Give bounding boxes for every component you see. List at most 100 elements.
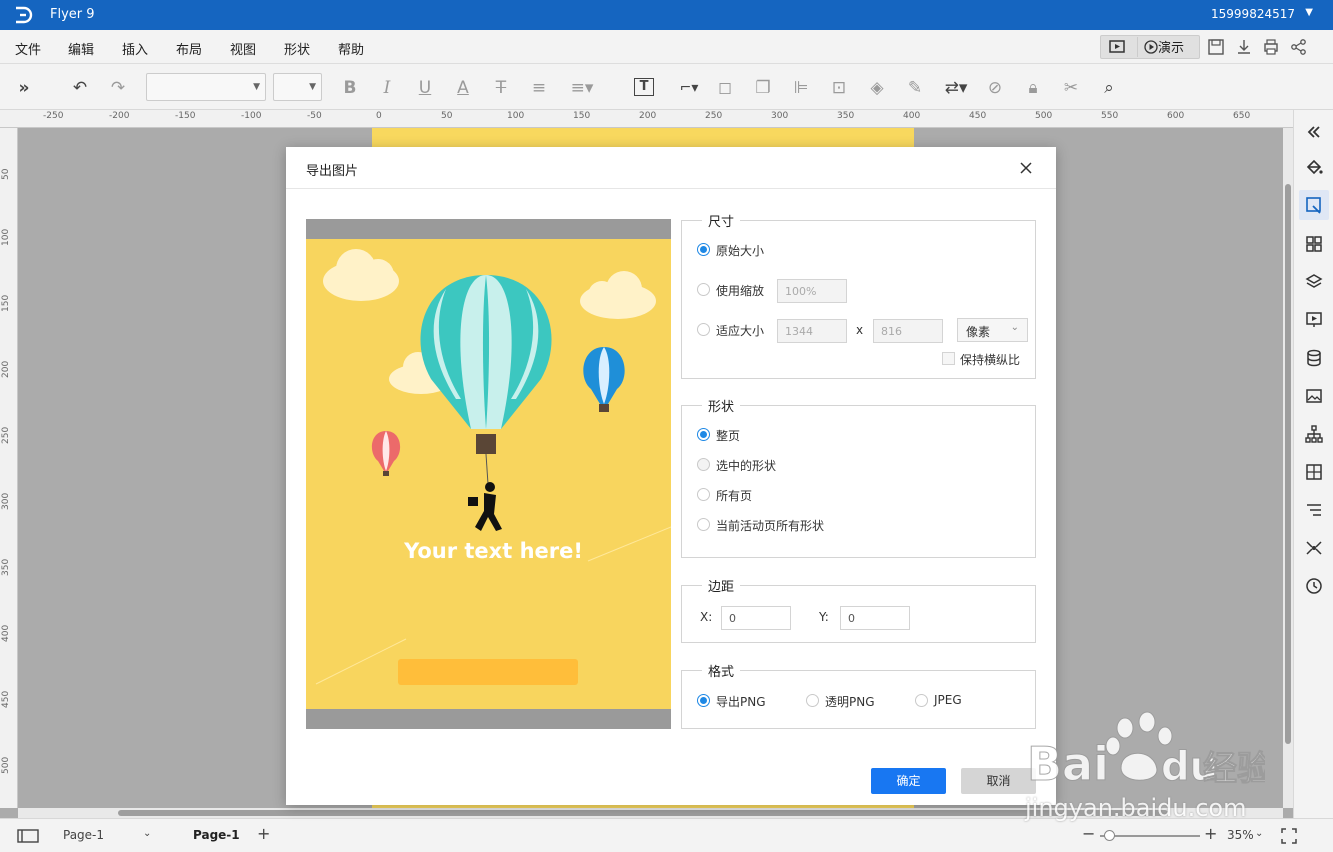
ruler-tick-label: -200 <box>109 111 130 121</box>
radio-transparent-png[interactable] <box>806 694 819 707</box>
underline-icon[interactable]: U <box>415 78 435 98</box>
ruler-tick-label: 350 <box>1 558 11 576</box>
italic-icon[interactable]: I <box>377 78 397 98</box>
scroll-thumb[interactable] <box>1285 184 1291 744</box>
text-box-icon[interactable]: T <box>634 78 654 96</box>
menu-view[interactable]: 视图 <box>230 39 256 58</box>
fullscreen-icon[interactable] <box>1281 828 1297 844</box>
radio-all-pages[interactable] <box>697 488 710 501</box>
vertical-scrollbar[interactable] <box>1283 128 1293 808</box>
tools-icon[interactable]: ✂ <box>1061 78 1081 98</box>
fill-icon[interactable]: ◈ <box>867 78 887 98</box>
download-icon[interactable] <box>1235 38 1253 56</box>
ruler-left: 50 100 150 200 250 300 350 400 450 500 <box>0 128 18 808</box>
ruler-tick-label: 250 <box>1 426 11 444</box>
undo-icon[interactable]: ↶ <box>70 78 90 98</box>
menu-layout[interactable]: 布局 <box>176 39 202 58</box>
bold-icon[interactable]: B <box>340 78 360 98</box>
share-icon[interactable] <box>1290 38 1308 56</box>
zoom-level[interactable]: 35% <box>1227 828 1254 842</box>
align-icon[interactable]: ≡ <box>529 78 549 98</box>
menu-insert[interactable]: 插入 <box>122 39 148 58</box>
zoom-slider[interactable] <box>1100 835 1200 837</box>
width-input[interactable]: 1344 <box>777 319 847 343</box>
lock-icon[interactable]: 🔒︎ <box>1023 78 1043 98</box>
arrange-icon[interactable]: ◻ <box>715 78 735 98</box>
close-icon[interactable] <box>1018 160 1034 176</box>
radio-jpeg[interactable] <box>915 694 928 707</box>
radio-current-page-shapes[interactable] <box>697 518 710 531</box>
font-family-select[interactable]: ▼ <box>146 73 266 101</box>
radio-fit-size[interactable] <box>697 323 710 336</box>
group-icon[interactable]: ❐ <box>753 78 773 98</box>
margin-y-input[interactable]: 0 <box>840 606 910 630</box>
margin-x-input[interactable]: 0 <box>721 606 791 630</box>
chevron-down-icon[interactable]: ⌄ <box>143 828 151 839</box>
present-button[interactable]: 演示 <box>1137 37 1199 57</box>
font-color-icon[interactable]: A <box>453 78 473 98</box>
chevron-down-icon[interactable]: ⌄ <box>1255 828 1263 839</box>
expand-icon[interactable]: » <box>14 78 34 98</box>
print-icon[interactable] <box>1262 38 1280 56</box>
page-tab[interactable]: Page-1 <box>193 828 240 842</box>
align-left-icon[interactable]: ⊫ <box>791 78 811 98</box>
crop-icon[interactable]: ⊘ <box>985 78 1005 98</box>
radio-export-png[interactable] <box>697 694 710 707</box>
unit-select[interactable]: 像素 ⌄ <box>957 318 1028 342</box>
search-icon[interactable]: ⌕ <box>1099 78 1119 98</box>
zoom-slider-handle[interactable] <box>1104 830 1115 841</box>
line-spacing-icon[interactable]: ≡▾ <box>567 78 597 98</box>
export-image-dialog: 导出图片 Your text here! 尺寸 原始大小 使用缩放 100% 适… <box>286 147 1056 805</box>
radio-use-scale[interactable] <box>697 283 710 296</box>
add-page-icon[interactable]: + <box>257 824 270 843</box>
size-icon[interactable]: ⊡ <box>829 78 849 98</box>
ruler-tick-label: 200 <box>639 111 657 121</box>
outline-icon[interactable] <box>1304 500 1324 520</box>
sidebar-format-active[interactable] <box>1299 190 1329 220</box>
history-icon[interactable] <box>1304 576 1324 596</box>
mind-map-icon[interactable] <box>1304 538 1324 558</box>
ruler-tick-label: 300 <box>1 492 11 510</box>
menu-help[interactable]: 帮助 <box>338 39 364 58</box>
radio-whole-page[interactable] <box>697 428 710 441</box>
user-account[interactable]: 15999824517 <box>1211 7 1295 21</box>
chevron-down-icon: ⌄ <box>1010 322 1019 333</box>
line-color-icon[interactable]: ✎ <box>905 78 925 98</box>
database-icon[interactable] <box>1304 348 1324 368</box>
save-icon[interactable] <box>1207 38 1225 56</box>
org-chart-icon[interactable] <box>1304 424 1324 444</box>
grid-icon[interactable] <box>1304 234 1324 254</box>
page-select[interactable]: Page-1 <box>63 828 104 842</box>
collapse-icon[interactable] <box>1304 122 1324 142</box>
chevron-down-icon[interactable]: ▼ <box>1305 7 1313 18</box>
connector-icon[interactable]: ⌐▾ <box>674 78 704 98</box>
keep-ratio-checkbox[interactable] <box>942 352 955 365</box>
menu-shape[interactable]: 形状 <box>284 39 310 58</box>
slideshow-icon[interactable] <box>1105 39 1129 55</box>
menu-edit[interactable]: 编辑 <box>68 39 94 58</box>
original-size-label: 原始大小 <box>716 244 765 258</box>
scale-input[interactable]: 100% <box>777 279 847 303</box>
line-style-icon[interactable]: ⇄▾ <box>941 78 971 98</box>
preview-headline: Your text here! <box>404 539 583 563</box>
ruler-tick-label: 600 <box>1167 111 1185 121</box>
ruler-tick-label: 400 <box>903 111 921 121</box>
font-size-select[interactable]: ▼ <box>273 73 322 101</box>
ruler-tick-label: 450 <box>1 690 11 708</box>
page-panel-icon[interactable] <box>17 828 39 844</box>
presentation-icon[interactable] <box>1304 310 1324 330</box>
strikethrough-icon[interactable]: T <box>491 78 511 98</box>
play-icon <box>1144 40 1158 54</box>
ok-button[interactable]: 确定 <box>871 768 946 794</box>
table-icon[interactable] <box>1304 462 1324 482</box>
menu-file[interactable]: 文件 <box>15 39 41 58</box>
height-input[interactable]: 816 <box>873 319 943 343</box>
paint-bucket-icon[interactable] <box>1304 158 1324 178</box>
edit-shape-icon <box>1306 197 1321 214</box>
radio-selected-shapes[interactable] <box>697 458 710 471</box>
image-icon[interactable] <box>1304 386 1324 406</box>
scroll-thumb[interactable] <box>118 810 1168 816</box>
radio-original-size[interactable] <box>697 243 710 256</box>
layers-icon[interactable] <box>1304 272 1324 292</box>
redo-icon[interactable]: ↷ <box>108 78 128 98</box>
